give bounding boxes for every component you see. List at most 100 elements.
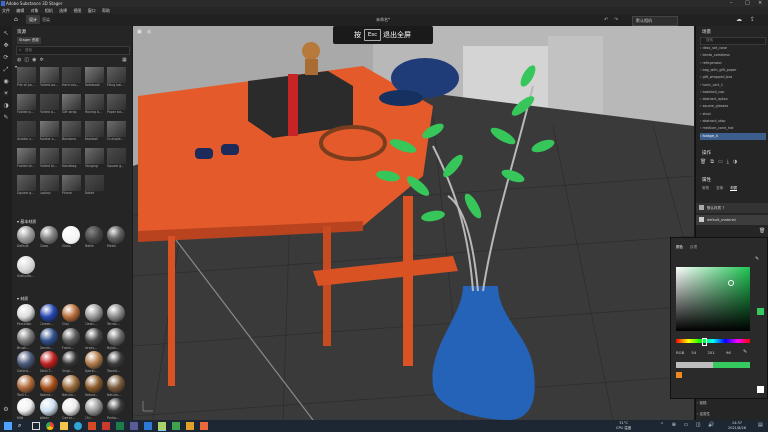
share-icon[interactable]: ⇪	[750, 16, 755, 23]
model-thumbnail[interactable]: Baseball	[84, 121, 106, 147]
material-swatch[interactable]: Terraz...	[107, 304, 128, 327]
scene-tree-item[interactable]: › square_glasses	[700, 103, 766, 110]
scene-render[interactable]	[133, 26, 694, 420]
visibility-icon[interactable]: ◑	[733, 159, 741, 165]
scene-tree-item[interactable]: › medium_cone_hot	[700, 125, 766, 132]
paint-tool-icon[interactable]: ✎	[2, 114, 10, 122]
material-swatch[interactable]: Natura...	[39, 374, 61, 398]
app-icon[interactable]	[144, 422, 152, 430]
tab-render[interactable]: 渲染	[42, 17, 50, 23]
model-thumbnail[interactable]: Tablet	[84, 175, 106, 201]
menu-view[interactable]: 视图	[73, 8, 81, 13]
search-input[interactable]: ⌕ 搜索	[16, 46, 130, 55]
3d-viewport[interactable]: ▣ ◎	[133, 26, 694, 420]
model-thumbnail[interactable]: Square g...	[17, 175, 38, 201]
stager-taskbar-icon[interactable]	[158, 422, 166, 431]
tab-material[interactable]: 材质	[730, 186, 738, 191]
app-icon[interactable]	[172, 422, 180, 430]
model-thumbnail[interactable]: Folded bl...	[17, 148, 38, 174]
clock[interactable]: 14:37 2021/8/26	[728, 421, 746, 430]
scene-tree-item[interactable]: › desk_set_vase	[700, 45, 766, 52]
basic-material-swatch[interactable]: Glass	[39, 226, 61, 254]
scene-tree-item[interactable]: › foliage_4	[700, 132, 766, 140]
edge-icon[interactable]	[74, 422, 82, 430]
model-thumbnail[interactable]: Notebook	[84, 67, 106, 93]
scene-tree-item[interactable]: › bento_zombiess	[700, 52, 766, 59]
model-thumbnail[interactable]: Gift wrap	[62, 94, 83, 120]
group-icon[interactable]: ▭	[718, 159, 727, 165]
material-swatch[interactable]: Foam...	[62, 327, 83, 351]
redo-icon[interactable]: ↷	[614, 17, 618, 23]
material-swatch[interactable]: Carrar...	[62, 398, 83, 421]
scene-tree-item[interactable]: › baseball_cap	[700, 89, 766, 96]
undo-icon[interactable]: ↶	[604, 17, 608, 23]
camera-select[interactable]: 默认相机	[632, 16, 678, 26]
move-tool-icon[interactable]: ✥	[2, 42, 10, 50]
scale-tool-icon[interactable]: ⤢	[2, 66, 10, 74]
grid-view-icon[interactable]: ▦	[122, 57, 127, 63]
explorer-icon[interactable]	[60, 422, 68, 430]
tab-color[interactable]: 颜色	[676, 245, 683, 249]
model-thumbnail[interactable]: Folded p...	[39, 94, 61, 120]
material-slot-2[interactable]: default_material	[696, 215, 768, 225]
material-swatch[interactable]: Clay	[62, 304, 83, 327]
model-thumbnail[interactable]: Handbag	[62, 148, 83, 174]
scene-tree-item[interactable]: › stool	[700, 111, 766, 118]
model-thumbnail[interactable]: Pile of pa...	[17, 67, 38, 93]
scene-tree-item[interactable]: › gift_wrapped_box	[700, 74, 766, 81]
material-swatch[interactable]: Jersey...	[84, 327, 106, 351]
material-swatch[interactable]: Brush...	[17, 327, 38, 351]
material-swatch[interactable]: Clean...	[84, 304, 106, 327]
camera-tool-icon[interactable]: ◉	[2, 78, 10, 86]
material-swatch[interactable]: Natura...	[107, 374, 128, 398]
rgb-mode-select[interactable]: RGB	[676, 350, 684, 355]
scene-tree-item[interactable]: › abstract_stop	[700, 118, 766, 125]
blue-value-field[interactable]: 96	[726, 350, 731, 355]
model-thumbnail[interactable]: Laptop	[39, 175, 61, 201]
notification-icon[interactable]: ▤	[758, 422, 763, 428]
maximize-icon[interactable]: □	[745, 0, 750, 6]
model-thumbnail[interactable]: Folded p...	[17, 94, 38, 120]
model-thumbnail[interactable]: Moving b...	[84, 94, 106, 120]
material-swatch[interactable]: Singl...	[62, 351, 83, 374]
model-thumbnail[interactable]: Folded bl...	[39, 148, 61, 174]
viewport-frame-icon[interactable]: ▣	[137, 29, 142, 35]
chrome-icon[interactable]	[46, 422, 54, 430]
app-icon[interactable]	[116, 422, 124, 430]
close-icon[interactable]: ×	[758, 0, 762, 6]
home-icon[interactable]: ⌂	[14, 16, 18, 23]
material-swatch[interactable]: Natura...	[84, 374, 106, 398]
app-icon[interactable]	[102, 422, 110, 430]
surface-color-row[interactable]: › 粗糙	[697, 401, 707, 406]
tray-icons[interactable]: ⌃ ⊕ ▭ ◫ 🔊	[660, 422, 717, 428]
delete-icon[interactable]: 🗑	[700, 159, 710, 165]
menu-object[interactable]: 对象	[31, 8, 39, 13]
start-icon[interactable]	[4, 422, 12, 430]
material-swatch[interactable]: Denim...	[39, 327, 61, 351]
tab-texture[interactable]: 纹理	[690, 245, 697, 249]
tab-design[interactable]: 设计	[26, 15, 40, 24]
material-swatch[interactable]: Chi...	[84, 398, 106, 421]
rotate-tool-icon[interactable]: ⟳	[2, 54, 10, 62]
hue-slider[interactable]	[676, 338, 750, 346]
green-value-field[interactable]: 201	[707, 350, 714, 355]
app-icon[interactable]	[186, 422, 194, 430]
material-swatch[interactable]: Water	[39, 398, 61, 421]
filter-light-icon[interactable]: ✲	[39, 57, 46, 63]
menu-window[interactable]: 窗口	[88, 8, 96, 13]
basic-material-swatch[interactable]: Default	[17, 226, 38, 254]
material-swatch[interactable]: Sparkl...	[84, 351, 106, 374]
menu-help[interactable]: 帮助	[102, 8, 110, 13]
material-swatch[interactable]: Twill f...	[17, 374, 38, 398]
menu-select[interactable]: 选择	[59, 8, 67, 13]
tab-general[interactable]: 常规	[702, 186, 709, 190]
duplicate-icon[interactable]: ⧉	[710, 159, 718, 165]
model-thumbnail[interactable]: Filing bal...	[107, 67, 128, 93]
material-swatch[interactable]: Oxford...	[17, 351, 38, 374]
hue-handle[interactable]	[702, 338, 707, 346]
material-tool-icon[interactable]: ◑	[2, 102, 10, 110]
material-swatch[interactable]: Natura...	[62, 374, 83, 398]
close-icon[interactable]: 🗑	[759, 228, 765, 234]
material-swatch[interactable]: Tweed...	[107, 351, 128, 374]
metalness-row[interactable]: › 金属性	[697, 412, 710, 417]
